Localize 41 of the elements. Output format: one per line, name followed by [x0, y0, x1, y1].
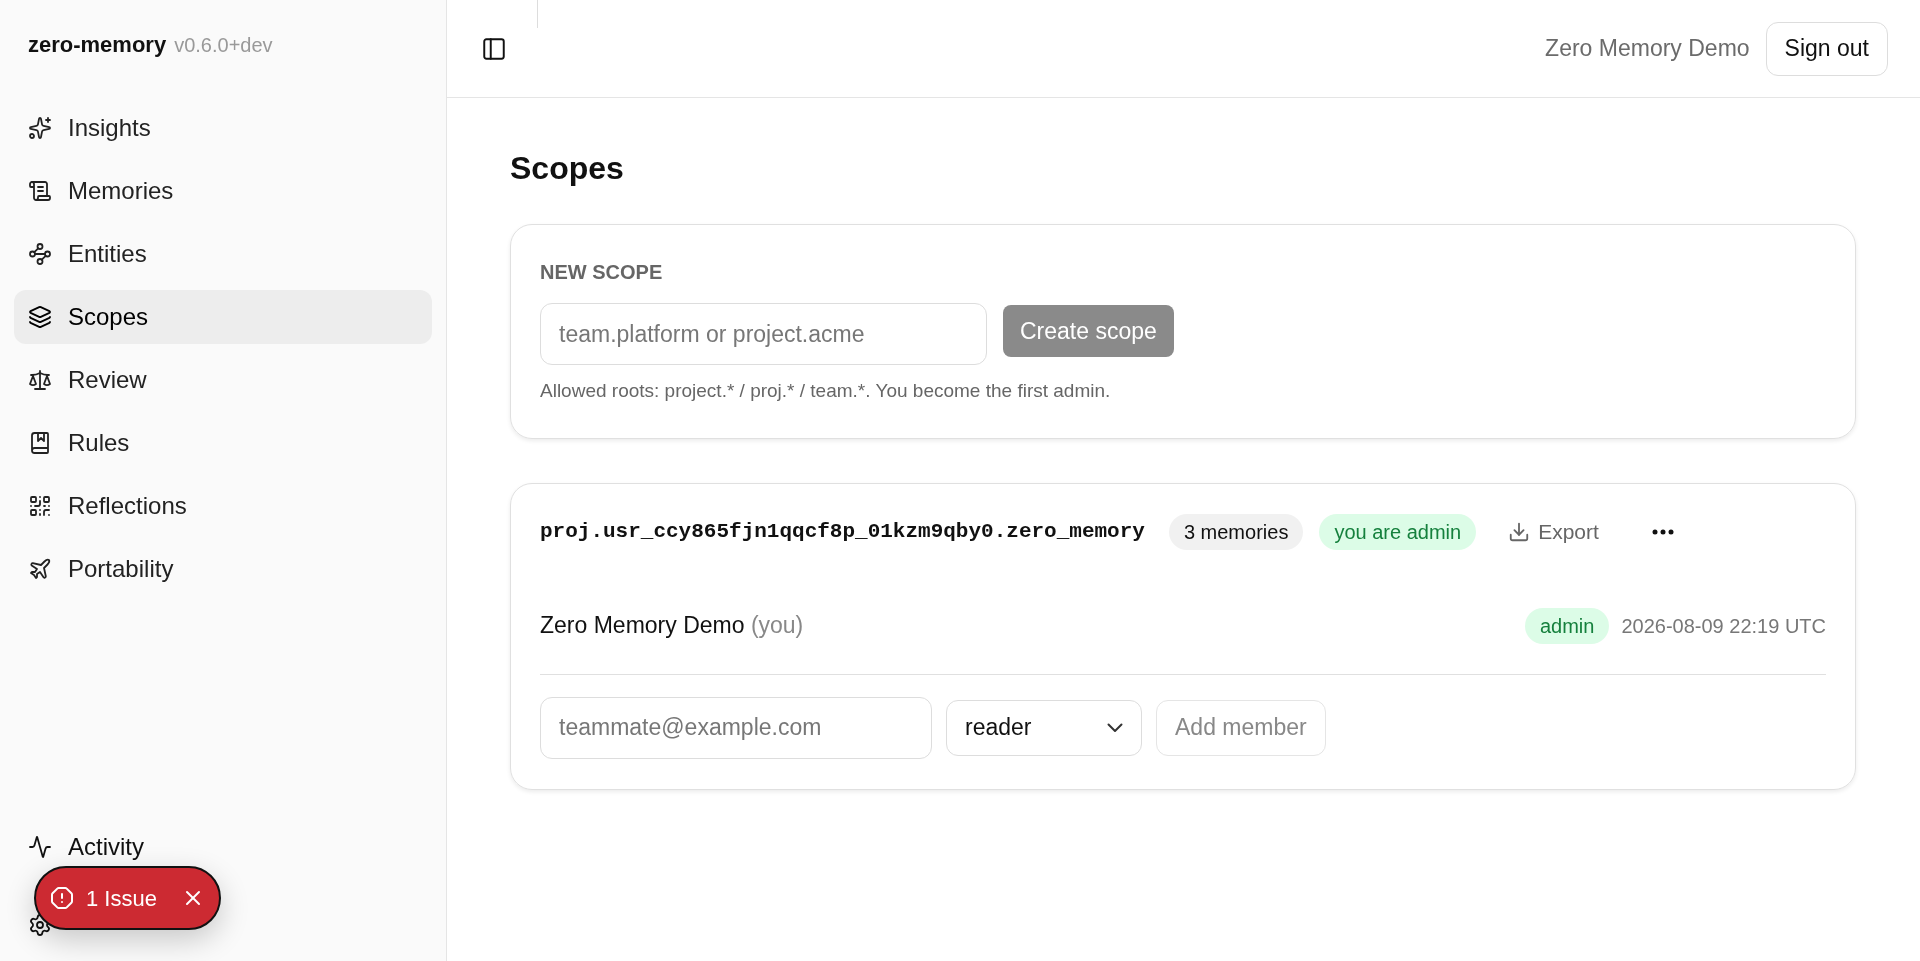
grid-icon: [28, 494, 52, 518]
memory-count-badge: 3 memories: [1168, 513, 1304, 550]
email-field[interactable]: teammate@example.com: [540, 696, 932, 759]
nav-item[interactable]: Activity: [14, 833, 158, 861]
layers-icon: [28, 305, 52, 329]
download-icon: [1508, 520, 1531, 543]
brand-name: zero-memory: [28, 31, 167, 59]
nav-item[interactable]: Scopes: [14, 290, 432, 344]
issue-toast[interactable]: 1 Issue: [34, 866, 221, 930]
nav-item[interactable]: Portability: [14, 542, 432, 596]
admin-badge: you are admin: [1319, 513, 1477, 550]
plane-icon: [28, 557, 52, 581]
hint-text: Allowed roots: project.* / proj.* / team.*. You become the first admin.: [540, 379, 1112, 403]
version-label: v0.6.0+dev: [174, 33, 273, 58]
user-name: Zero Memory Demo: [1545, 34, 1750, 64]
scroll-icon: [28, 179, 52, 203]
section-heading: NEW SCOPE: [540, 260, 664, 285]
sign-out-button[interactable]: Sign out: [1765, 21, 1888, 76]
export-button[interactable]: Export: [1492, 511, 1615, 552]
role-dropdown[interactable]: reader: [946, 699, 1142, 756]
add-member-button[interactable]: Add member: [1156, 699, 1326, 756]
nav-item[interactable]: Review: [14, 353, 432, 407]
waypoints-icon: [28, 242, 52, 266]
nav-item[interactable]: Reflections: [14, 479, 432, 533]
role-badge: admin: [1524, 607, 1610, 644]
chevron-down-icon: [1107, 722, 1123, 733]
more-icon: [1651, 528, 1674, 535]
activity-icon: [28, 835, 52, 859]
nav-item[interactable]: Entities: [14, 227, 432, 281]
scale-icon: [28, 368, 52, 392]
alert-icon: [50, 886, 74, 910]
sparkles-icon: [28, 116, 52, 140]
page-title: Scopes: [510, 149, 625, 188]
member-name: Zero Memory Demo (you): [540, 611, 804, 641]
scope-name: proj.usr_ccy865fjn1qqcf8p_01kzm9qby0.zero_memory: [540, 518, 1145, 545]
book-icon: [28, 431, 52, 455]
nav-item[interactable]: Insights: [14, 101, 432, 155]
nav-item[interactable]: Memories: [14, 164, 432, 218]
scope-name-field[interactable]: team.platform or project.acme: [540, 303, 987, 365]
member-date: 2026-08-09 22:19 UTC: [1621, 613, 1826, 639]
nav-item[interactable]: Rules: [14, 416, 432, 470]
